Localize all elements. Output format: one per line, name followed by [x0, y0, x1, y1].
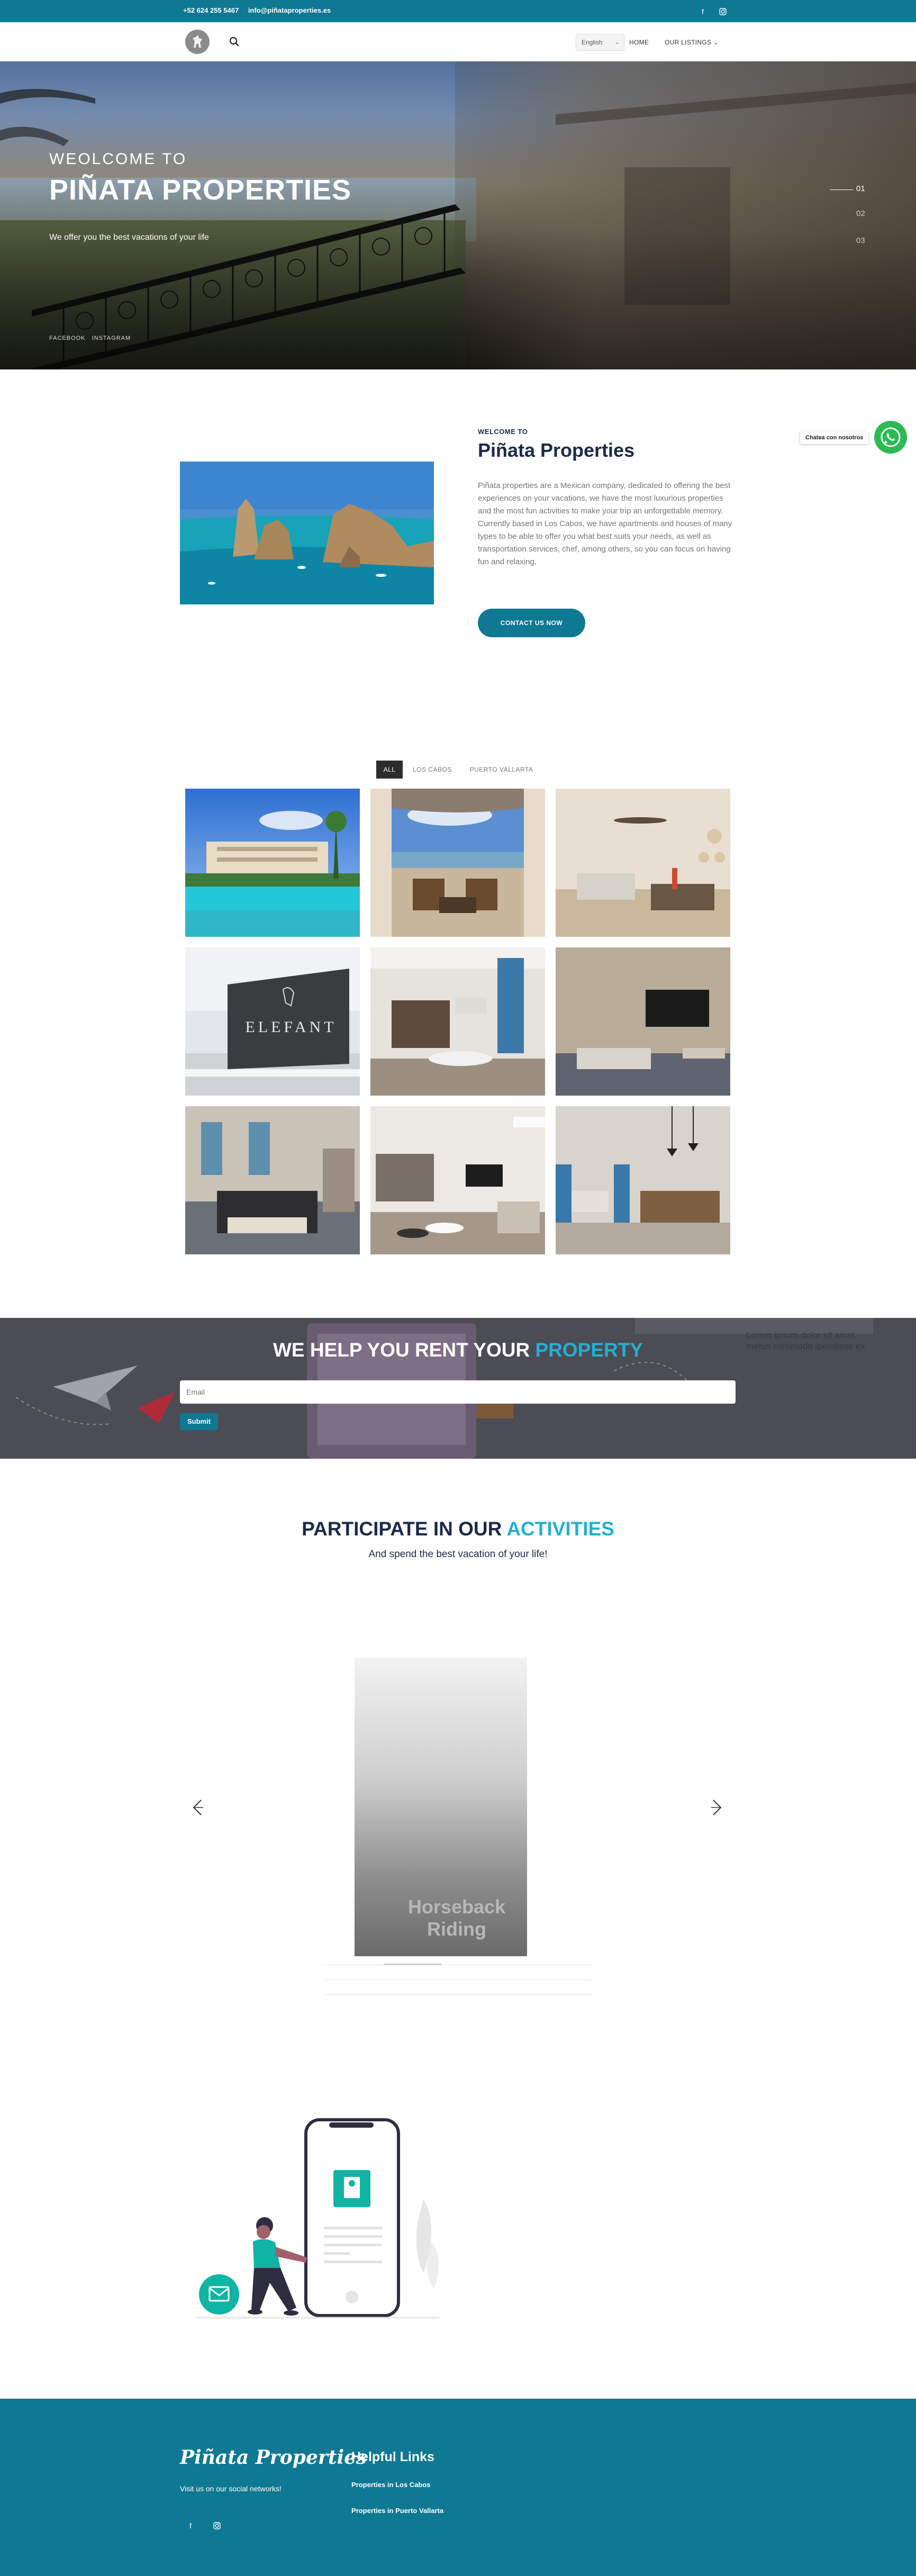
carousel-next-arrow[interactable] [709, 1797, 725, 1818]
hero-instagram-link[interactable]: INSTAGRAM [92, 335, 131, 341]
rent-heading-main: WE HELP YOU RENT YOUR [273, 1339, 530, 1361]
gallery-item-pool[interactable] [185, 789, 360, 937]
hero-subtitle: We offer you the best vacations of your … [49, 233, 209, 242]
rent-property-section: Lorem ipsum dolor sit amet, metus commod… [0, 1318, 916, 1459]
footer-brand: Piñata Properties [180, 2446, 367, 2469]
gallery-item-elefant-sign[interactable]: ELEFANT [185, 947, 360, 1096]
site-logo[interactable] [185, 30, 210, 54]
filter-all[interactable]: ALL [376, 761, 403, 779]
activity-card-title-line-1: Horseback [407, 1896, 506, 1918]
gallery-item-living-room[interactable] [556, 789, 730, 937]
rent-heading-accent: PROPERTY [535, 1339, 643, 1361]
contact-illustration [196, 2118, 439, 2319]
welcome-eyebrow: WELCOME TO [478, 428, 528, 436]
hero-social-links: FACEBOOK INSTAGRAM [49, 335, 131, 341]
footer-links-heading: Helpful Links [351, 2450, 434, 2464]
email-link[interactable]: info@piñataproperties.es [248, 6, 331, 14]
activity-card-title: Horseback Riding [355, 1896, 527, 1940]
phone-link[interactable]: +52 624 255 5467 [183, 6, 239, 14]
hero-title: PIÑATA PROPERTIES [49, 174, 352, 206]
hero-facebook-link[interactable]: FACEBOOK [49, 335, 86, 341]
chevron-down-icon: ⌄ [713, 40, 719, 46]
activities-heading: PARTICIPATE IN OUR ACTIVITIES [0, 1518, 916, 1540]
gallery-item-open-kitchen[interactable] [556, 1106, 730, 1254]
contact-us-button[interactable]: CONTACT US NOW [478, 609, 585, 637]
search-icon[interactable] [228, 35, 241, 49]
top-bar: +52 624 255 5467 info@piñataproperties.e… [0, 0, 916, 22]
activity-card-title-line-2: Riding [427, 1918, 486, 1940]
rent-email-input[interactable] [180, 1380, 736, 1404]
site-footer: Piñata Properties Visit us on our social… [0, 2399, 916, 2576]
chevron-down-icon: ⌄ [614, 39, 620, 46]
active-slide-indicator [830, 189, 853, 190]
nav-our-listings[interactable]: OUR LISTINGS ⌄ [665, 39, 718, 46]
contact-info: +52 624 255 5467 info@piñataproperties.e… [183, 6, 338, 14]
nav-our-listings-label: OUR LISTINGS [665, 39, 712, 46]
activities-subtitle: And spend the best vacation of your life… [368, 1549, 548, 1560]
main-navigation: English ⌄ HOME OUR LISTINGS ⌄ [0, 22, 916, 61]
welcome-body: Piñata properties are a Mexican company,… [478, 481, 732, 566]
whatsapp-icon[interactable] [874, 421, 907, 454]
nav-home[interactable]: HOME [629, 39, 649, 46]
welcome-heading: Piñata Properties [478, 439, 635, 461]
gallery-item-tv-room[interactable] [556, 947, 730, 1096]
activities-heading-main: PARTICIPATE IN OUR [302, 1518, 502, 1540]
hero-shade [0, 61, 916, 369]
los-cabos-arch-image [180, 462, 434, 604]
footer-visit-text: Visit us on our social networks! [180, 2484, 282, 2493]
filter-los-cabos[interactable]: LOS CABOS [409, 761, 456, 779]
gallery-item-terrace[interactable] [370, 789, 545, 937]
footer-link-los-cabos[interactable]: Properties in Los Cabos [351, 2481, 431, 2489]
activities-heading-accent: ACTIVITIES [506, 1518, 614, 1540]
language-select[interactable]: English ⌄ [576, 34, 624, 51]
footer-facebook-icon[interactable]: f [185, 2520, 196, 2531]
rent-heading: WE HELP YOU RENT YOUR PROPERTY [0, 1339, 916, 1361]
filter-puerto-vallarta[interactable]: PUERTO VALLARTA [466, 761, 537, 779]
footer-instagram-icon[interactable] [212, 2520, 222, 2531]
gallery-item-kitchen[interactable] [370, 1106, 545, 1254]
slide-1[interactable]: 01 [856, 184, 865, 193]
whatsapp-chat-label[interactable]: Chatea con nosotros [800, 431, 869, 444]
carousel-progress [384, 1964, 442, 1965]
facebook-icon[interactable]: f [697, 6, 708, 17]
slide-2[interactable]: 02 [856, 209, 865, 218]
carousel-prev-arrow[interactable] [189, 1797, 205, 1818]
carousel-divider [324, 1994, 591, 1995]
slide-3[interactable]: 03 [856, 236, 865, 245]
footer-link-puerto-vallarta[interactable]: Properties in Puerto Vallarta [351, 2507, 443, 2515]
hero-slider: WEOLCOME TO PIÑATA PROPERTIES We offer y… [0, 61, 916, 369]
rent-submit-button[interactable]: Submit [180, 1413, 218, 1430]
language-value: English [582, 39, 603, 46]
gallery-item-bedroom[interactable] [185, 1106, 360, 1254]
elefant-sign-text: ELEFANT [245, 1018, 337, 1036]
instagram-icon[interactable] [718, 6, 728, 17]
hero-welcome: WEOLCOME TO [49, 150, 187, 168]
gallery-item-dining[interactable] [370, 947, 545, 1096]
